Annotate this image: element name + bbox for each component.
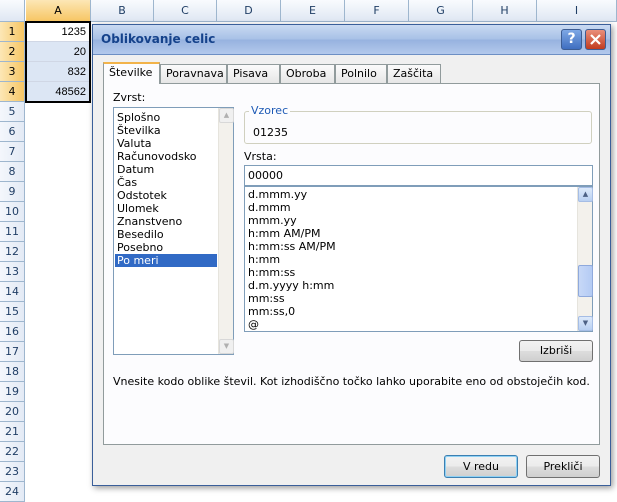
category-item[interactable]: Ulomek: [115, 202, 217, 215]
column-header-e[interactable]: E: [281, 0, 345, 22]
format-item[interactable]: h:mm AM/PM: [248, 227, 320, 240]
tab-poravnava[interactable]: Poravnava: [160, 64, 227, 83]
column-header-a[interactable]: A: [26, 0, 91, 22]
cell-a4[interactable]: 48562: [26, 82, 90, 102]
tab-zascita[interactable]: Zaščita: [387, 64, 441, 83]
cell-a3[interactable]: 832: [26, 62, 90, 82]
row-header[interactable]: 18: [0, 362, 25, 382]
sample-value: 01235: [253, 126, 288, 139]
tab-obroba[interactable]: Obroba: [280, 64, 335, 83]
format-item[interactable]: h:mm: [248, 253, 280, 266]
format-item[interactable]: d.mmm.yy: [248, 188, 307, 201]
row-header[interactable]: 24: [0, 482, 25, 502]
category-item[interactable]: Posebno: [115, 241, 217, 254]
close-icon: [590, 34, 601, 45]
category-item[interactable]: Odstotek: [115, 189, 217, 202]
row-header[interactable]: 16: [0, 322, 25, 342]
type-label: Vrsta:: [244, 150, 277, 163]
row-header[interactable]: 19: [0, 382, 25, 402]
row-header[interactable]: 6: [0, 122, 25, 142]
format-item[interactable]: d.m.yyyy h:mm: [248, 279, 334, 292]
column-header-b[interactable]: B: [91, 0, 154, 22]
row-header[interactable]: 8: [0, 162, 25, 182]
numbers-panel: Zvrst: Splošno Številka Valuta Računovod…: [103, 83, 600, 445]
delete-button[interactable]: Izbriši: [519, 340, 593, 362]
category-list[interactable]: Splošno Številka Valuta Računovodsko Dat…: [113, 107, 234, 355]
category-item[interactable]: Valuta: [115, 137, 217, 150]
scroll-down-icon[interactable]: ▼: [219, 339, 234, 354]
format-code-list[interactable]: d.mmm.yy d.mmm mmm.yy h:mm AM/PM h:mm:ss…: [244, 186, 593, 332]
format-cells-dialog: Oblikovanje celic ? Številke Poravnava P…: [92, 24, 611, 486]
tab-stevilke[interactable]: Številke: [103, 62, 160, 84]
row-header[interactable]: 22: [0, 442, 25, 462]
category-item[interactable]: Datum: [115, 163, 217, 176]
sample-group: 01235: [244, 111, 592, 144]
row-header[interactable]: 4: [0, 82, 25, 102]
row-header[interactable]: 3: [0, 62, 25, 82]
row-header[interactable]: 5: [0, 102, 25, 122]
dialog-title: Oblikovanje celic: [101, 32, 216, 46]
format-item[interactable]: mm:ss,0: [248, 305, 295, 318]
row-header[interactable]: 13: [0, 262, 25, 282]
row-header[interactable]: 15: [0, 302, 25, 322]
scroll-up-icon[interactable]: ▲: [219, 108, 234, 123]
scroll-up-icon[interactable]: ▲: [578, 187, 593, 202]
row-header[interactable]: 1: [0, 22, 25, 42]
column-header-d[interactable]: D: [217, 0, 281, 22]
hint-text: Vnesite kodo oblike števil. Kot izhodišč…: [113, 375, 590, 388]
category-label: Zvrst:: [113, 91, 146, 104]
ok-button[interactable]: V redu: [444, 455, 518, 478]
cell-a2[interactable]: 20: [26, 42, 90, 62]
row-header[interactable]: 17: [0, 342, 25, 362]
row-header[interactable]: 12: [0, 242, 25, 262]
tab-pisava[interactable]: Pisava: [227, 64, 280, 83]
format-item[interactable]: h:mm:ss AM/PM: [248, 240, 336, 253]
type-input[interactable]: 00000: [244, 165, 593, 186]
column-header-h[interactable]: H: [473, 0, 537, 22]
category-item[interactable]: Številka: [115, 124, 217, 137]
category-item[interactable]: Znanstveno: [115, 215, 217, 228]
scroll-down-icon[interactable]: ▼: [578, 316, 593, 331]
dialog-titlebar[interactable]: Oblikovanje celic ?: [93, 25, 610, 55]
row-header[interactable]: 10: [0, 202, 25, 222]
row-header[interactable]: 14: [0, 282, 25, 302]
cancel-button[interactable]: Prekliči: [526, 455, 600, 478]
category-item[interactable]: Računovodsko: [115, 150, 217, 163]
format-item[interactable]: h:mm:ss: [248, 266, 295, 279]
category-item[interactable]: Splošno: [115, 111, 217, 124]
row-header[interactable]: 21: [0, 422, 25, 442]
category-item[interactable]: Besedilo: [115, 228, 217, 241]
category-item[interactable]: Čas: [115, 176, 217, 189]
format-item[interactable]: mm:ss: [248, 292, 285, 305]
sample-label: Vzorec: [249, 104, 291, 117]
column-header-c[interactable]: C: [154, 0, 217, 22]
row-header[interactable]: 23: [0, 462, 25, 482]
scroll-thumb[interactable]: [578, 265, 593, 297]
row-header[interactable]: 9: [0, 182, 25, 202]
category-scrollbar[interactable]: ▲ ▼: [218, 108, 234, 354]
column-header-g[interactable]: G: [409, 0, 473, 22]
column-header-f[interactable]: F: [345, 0, 409, 22]
close-button[interactable]: [585, 29, 606, 50]
cell-a1[interactable]: 1235: [26, 22, 90, 42]
row-header[interactable]: 20: [0, 402, 25, 422]
format-scrollbar[interactable]: ▲ ▼: [577, 187, 593, 331]
row-header[interactable]: 11: [0, 222, 25, 242]
row-header[interactable]: 7: [0, 142, 25, 162]
help-button[interactable]: ?: [561, 29, 582, 50]
row-header[interactable]: 2: [0, 42, 25, 62]
category-item-selected[interactable]: Po meri: [115, 254, 217, 267]
format-item[interactable]: mmm.yy: [248, 214, 297, 227]
format-item[interactable]: d.mmm: [248, 201, 291, 214]
format-item[interactable]: @: [248, 318, 259, 331]
select-all-corner[interactable]: [0, 0, 25, 22]
tab-polnilo[interactable]: Polnilo: [335, 64, 387, 83]
column-header-i[interactable]: I: [537, 0, 617, 22]
